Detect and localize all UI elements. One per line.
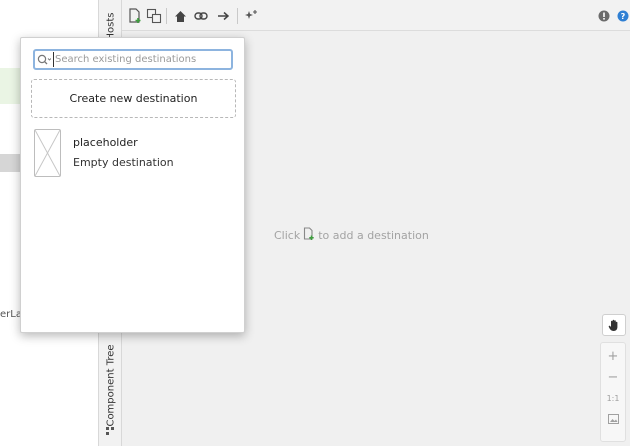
empty-canvas-hint: Click to add a destination bbox=[274, 227, 429, 244]
hosts-tab-label: Hosts bbox=[105, 12, 117, 40]
link-icon[interactable] bbox=[192, 7, 210, 25]
component-tree-tab[interactable]: Component Tree bbox=[99, 343, 123, 427]
hand-icon bbox=[608, 319, 618, 331]
navigation-toolbar: ? bbox=[122, 0, 630, 31]
fit-screen-icon bbox=[607, 414, 619, 424]
create-new-destination-label: Create new destination bbox=[69, 92, 198, 105]
help-icon[interactable]: ? bbox=[614, 7, 630, 25]
selected-row-highlight bbox=[0, 68, 22, 104]
add-destination-popup: Create new destination placeholder Empty… bbox=[20, 37, 245, 333]
fit-screen-button[interactable] bbox=[601, 409, 625, 429]
destination-description: Empty destination bbox=[73, 156, 174, 169]
toolbar-separator bbox=[237, 8, 238, 24]
new-destination-hint-icon bbox=[303, 227, 315, 244]
destination-name: placeholder bbox=[73, 136, 138, 149]
create-new-destination-button[interactable]: Create new destination bbox=[31, 79, 236, 118]
pan-mode-button[interactable] bbox=[602, 314, 626, 336]
destination-placeholder-thumbnail bbox=[34, 129, 61, 177]
component-tree-icon bbox=[105, 426, 115, 436]
warning-icon[interactable] bbox=[595, 7, 613, 25]
hint-suffix: to add a destination bbox=[318, 229, 429, 242]
auto-arrange-icon[interactable] bbox=[242, 7, 260, 25]
actual-size-button[interactable]: 1:1 bbox=[601, 388, 625, 408]
component-tree-tab-label: Component Tree bbox=[105, 343, 117, 427]
zoom-in-button[interactable]: + bbox=[601, 346, 625, 366]
destination-list-item[interactable]: placeholder Empty destination bbox=[31, 125, 236, 181]
search-icon bbox=[35, 51, 53, 68]
svg-text:?: ? bbox=[621, 12, 626, 21]
new-destination-icon[interactable] bbox=[126, 7, 144, 25]
hint-prefix: Click bbox=[274, 229, 301, 242]
nested-graph-icon[interactable] bbox=[145, 7, 163, 25]
zoom-out-button[interactable]: − bbox=[601, 367, 625, 387]
toolbar-separator bbox=[166, 8, 167, 24]
home-icon[interactable] bbox=[171, 7, 189, 25]
search-field[interactable] bbox=[33, 49, 233, 70]
zoom-controls: + − 1:1 bbox=[600, 342, 626, 442]
search-input[interactable] bbox=[53, 52, 228, 67]
action-arrow-icon[interactable] bbox=[214, 7, 232, 25]
row-highlight bbox=[0, 154, 22, 172]
